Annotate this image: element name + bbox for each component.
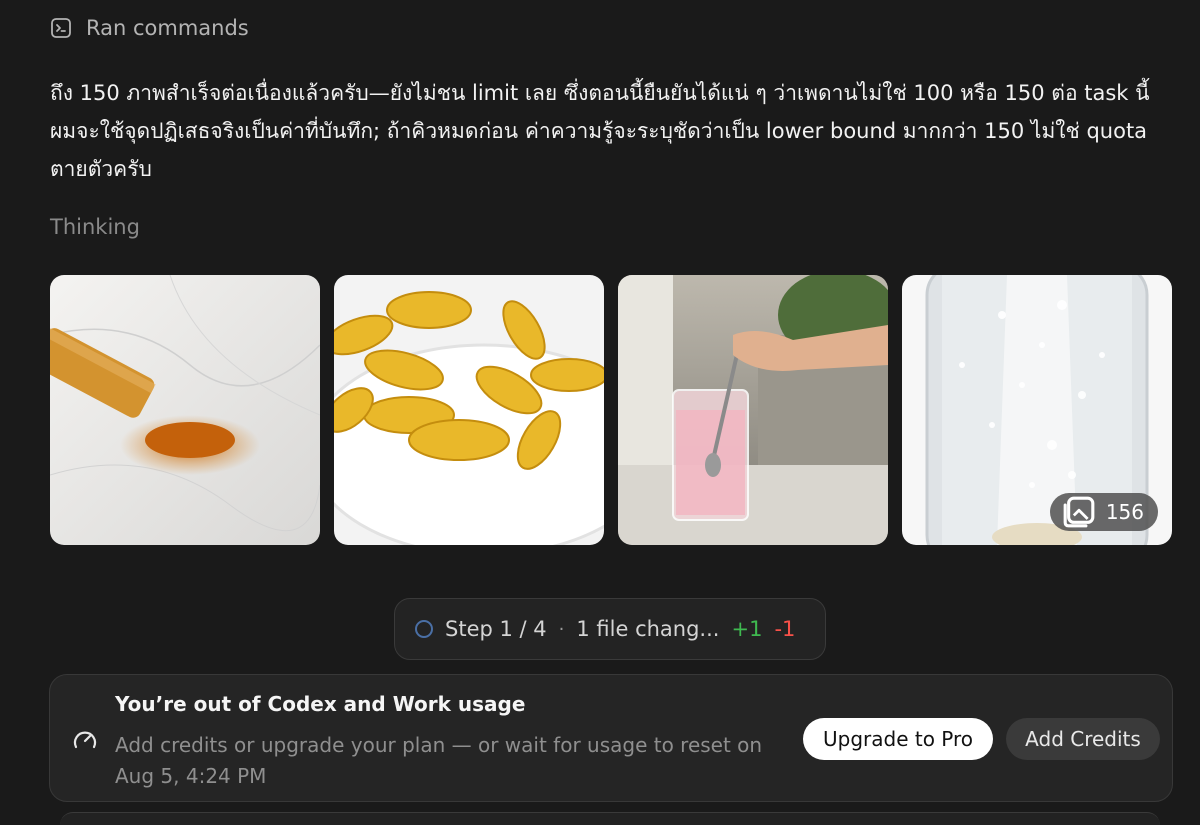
add-credits-button[interactable]: Add Credits bbox=[1006, 718, 1160, 760]
gallery-image-turmeric[interactable] bbox=[50, 275, 320, 545]
image-gallery: 156 bbox=[50, 275, 1172, 545]
assistant-message: ถึง 150 ภาพสำเร็จต่อเนื่องแล้วครับ—ยังไม… bbox=[50, 81, 1150, 181]
gallery-image-capsules[interactable] bbox=[334, 275, 604, 545]
upgrade-to-pro-button[interactable]: Upgrade to Pro bbox=[803, 718, 993, 760]
files-changed-label: 1 file chang... bbox=[576, 617, 720, 641]
usage-description: Add credits or upgrade your plan — or wa… bbox=[115, 733, 763, 788]
additions-count: +1 bbox=[731, 617, 763, 641]
terminal-icon bbox=[51, 18, 71, 38]
image-count: 156 bbox=[1105, 500, 1144, 524]
gallery-image-effervescent[interactable]: 156 bbox=[902, 275, 1172, 545]
usage-title: You’re out of Codex and Work usage bbox=[115, 692, 526, 716]
progress-spinner-icon bbox=[415, 620, 433, 638]
gauge-icon bbox=[73, 731, 97, 749]
ran-commands-label: Ran commands bbox=[86, 16, 249, 40]
gallery-image-pink-drink[interactable] bbox=[618, 275, 888, 545]
usage-limit-card: You’re out of Codex and Work usage Add c… bbox=[49, 674, 1173, 802]
thinking-label[interactable]: Thinking bbox=[50, 215, 140, 239]
step-label: Step 1 / 4 bbox=[445, 617, 547, 641]
images-stack-icon bbox=[1063, 496, 1095, 528]
ran-commands-row[interactable]: Ran commands bbox=[50, 13, 249, 43]
step-status-pill[interactable]: Step 1 / 4 · 1 file chang... +1 -1 bbox=[394, 598, 826, 660]
deletions-count: -1 bbox=[774, 617, 796, 641]
image-count-badge[interactable]: 156 bbox=[1049, 493, 1158, 531]
separator-dot: · bbox=[558, 618, 565, 640]
